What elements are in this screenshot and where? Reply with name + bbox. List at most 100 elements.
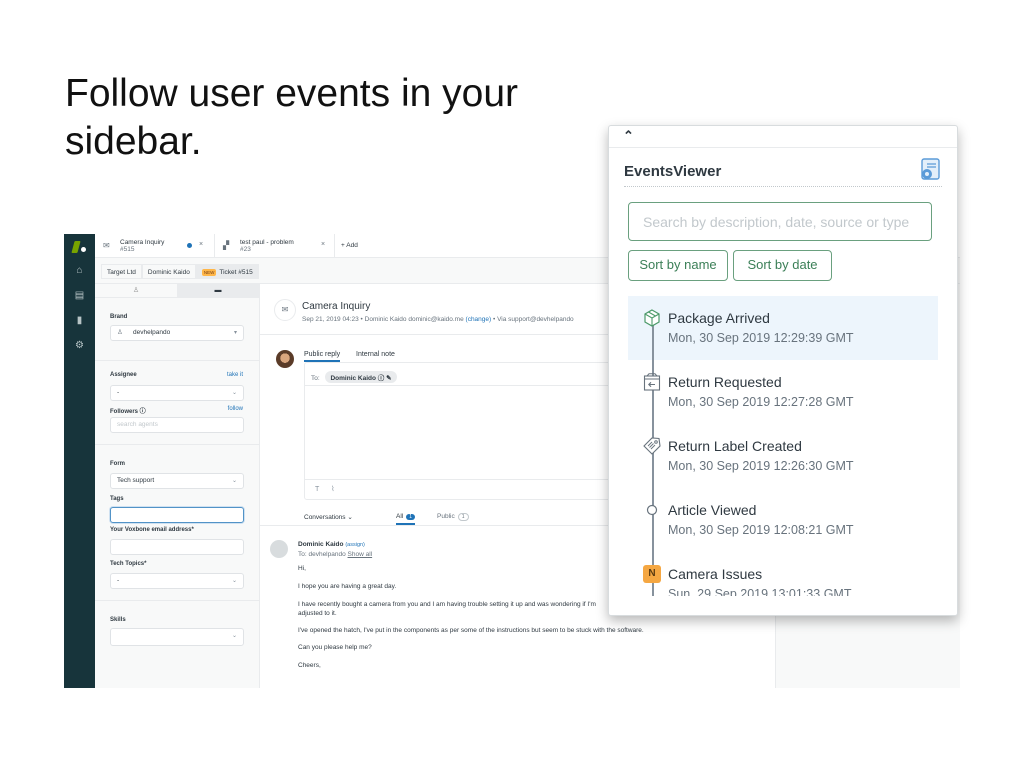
new-badge-icon: N (643, 565, 661, 583)
brand-label: Brand (110, 314, 128, 320)
event-name: Package Arrived (668, 310, 770, 326)
event-name: Return Label Created (668, 438, 802, 454)
skills-select[interactable]: ⌄ (110, 628, 244, 646)
chevron-down-icon: ⌄ (231, 633, 237, 639)
breadcrumb-ticket[interactable]: NEW Ticket #515 (195, 264, 259, 279)
headline: Follow user events in your sidebar. (65, 72, 519, 163)
event-item[interactable]: Article Viewed Mon, 30 Sep 2019 12:08:21… (628, 488, 938, 552)
filter-public[interactable]: Public 1 (437, 513, 469, 521)
unread-dot (187, 243, 192, 248)
event-date: Mon, 30 Sep 2019 12:08:21 GMT (668, 523, 854, 537)
tab-camera-inquiry[interactable]: ✉ Camera Inquiry #515 × (95, 234, 215, 258)
form-select[interactable]: Tech support ⌄ (110, 473, 244, 489)
followers-input[interactable]: search agents (110, 417, 244, 433)
count-badge: 1 (406, 514, 416, 520)
return-box-icon (643, 373, 661, 391)
ticket-icon: ▞ (223, 241, 230, 250)
reporting-icon[interactable]: ▮ (64, 315, 95, 326)
properties-tabs: ♙ ▬ (95, 284, 259, 298)
event-item[interactable]: Return Requested Mon, 30 Sep 2019 12:27:… (628, 360, 938, 424)
divider (95, 444, 259, 445)
nav-rail: ⌂ ▤ ▮ ⚙ (64, 234, 95, 688)
message-line: Can you please help me? (298, 644, 372, 651)
brand-select[interactable]: ♙ devhelpando ▾ (110, 325, 244, 341)
message-line: I have recently bought a camera from you… (298, 601, 596, 608)
show-all-link[interactable]: Show all (348, 551, 373, 558)
agent-avatar (276, 350, 294, 368)
message-line: adjusted to it. (298, 610, 337, 617)
ticket-tab-icon[interactable]: ▬ (177, 284, 259, 298)
event-item[interactable]: Package Arrived Mon, 30 Sep 2019 12:29:3… (628, 296, 938, 360)
tags-label: Tags (110, 496, 124, 502)
followers-label: Followers ⓘ (110, 409, 146, 415)
tab-internal-note[interactable]: Internal note (356, 351, 395, 358)
email-input[interactable] (110, 539, 244, 555)
assign-link[interactable]: (assign) (345, 542, 365, 548)
breadcrumb-org[interactable]: Target Ltd (101, 264, 142, 279)
admin-gear-icon[interactable]: ⚙ (64, 340, 95, 351)
change-requester-link[interactable]: (change) (466, 316, 492, 323)
filter-all[interactable]: All 1 (396, 513, 416, 525)
text-format-icon[interactable]: T (315, 486, 319, 493)
message-line: Hi, (298, 565, 306, 572)
message-line: Cheers, (298, 662, 321, 669)
event-date: Mon, 30 Sep 2019 12:27:28 GMT (668, 395, 854, 409)
views-icon[interactable]: ▤ (64, 290, 95, 301)
chevron-down-icon: ⌄ (231, 578, 237, 584)
event-date: Mon, 30 Sep 2019 12:29:39 GMT (668, 331, 854, 345)
event-item[interactable]: N Camera Issues Sun, 29 Sep 2019 13:01:3… (628, 552, 938, 596)
tech-topics-label: Tech Topics* (110, 561, 147, 567)
panel-header-bar: ⌃ (609, 126, 957, 148)
user-tab-icon[interactable]: ♙ (95, 284, 177, 298)
chevron-down-icon: ⌄ (231, 390, 237, 396)
assignee-select[interactable]: - ⌄ (110, 385, 244, 401)
message-line: I've opened the hatch, I've put in the c… (298, 627, 644, 634)
tab-public-reply[interactable]: Public reply (304, 351, 341, 362)
conversations-dropdown[interactable]: Conversations ⌄ (304, 513, 353, 521)
title-divider (624, 186, 942, 187)
logo-icon[interactable] (71, 241, 87, 253)
event-item[interactable]: Return Label Created Mon, 30 Sep 2019 12… (628, 424, 938, 488)
email-label: Your Voxbone email address* (110, 527, 194, 533)
chevron-down-icon: ⌄ (231, 478, 237, 484)
message-recipients: To: devhelpando Show all (298, 551, 373, 558)
event-search-input[interactable] (628, 202, 932, 241)
event-name: Article Viewed (668, 502, 757, 518)
collapse-chevron-icon[interactable]: ⌃ (623, 128, 634, 144)
event-timeline: Package Arrived Mon, 30 Sep 2019 12:29:3… (628, 296, 938, 596)
recipient-chip[interactable]: Dominic Kaido ⓘ ✎ (325, 371, 397, 383)
close-tab-icon[interactable]: × (321, 241, 325, 248)
panel-title: EventsViewer (624, 163, 722, 180)
chevron-down-icon: ▾ (233, 330, 237, 336)
event-name: Camera Issues (668, 566, 763, 582)
attachment-icon[interactable]: ⌇ (331, 486, 334, 493)
close-tab-icon[interactable]: × (199, 241, 203, 248)
ticket-subject: Camera Inquiry (302, 301, 371, 312)
event-date: Mon, 30 Sep 2019 12:26:30 GMT (668, 459, 854, 473)
follow-link[interactable]: follow (228, 406, 243, 412)
sort-by-date-button[interactable]: Sort by date (733, 250, 832, 281)
divider (95, 600, 259, 601)
event-date: Sun, 29 Sep 2019 13:01:33 GMT (668, 587, 852, 596)
new-badge: NEW (201, 268, 217, 276)
message-line: I hope you are having a great day. (298, 583, 397, 590)
tech-topics-select[interactable]: - ⌄ (110, 573, 244, 589)
circle-icon (646, 504, 658, 516)
mail-icon: ✉ (274, 299, 296, 321)
breadcrumb-user[interactable]: Dominic Kaido (141, 264, 196, 279)
event-name: Return Requested (668, 374, 782, 390)
count-badge: 1 (457, 513, 469, 521)
take-it-link[interactable]: take it (227, 372, 243, 378)
home-icon[interactable]: ⌂ (64, 265, 95, 276)
app-settings-icon[interactable] (919, 158, 941, 182)
customer-avatar (270, 540, 288, 558)
breadcrumb: Target Ltd Dominic Kaido NEW Ticket #515 (101, 264, 259, 279)
message-author: Dominic Kaido (assign) (298, 541, 365, 548)
skills-label: Skills (110, 617, 126, 623)
tags-input[interactable] (110, 507, 244, 523)
mail-icon: ✉ (103, 241, 110, 250)
tab-test-paul[interactable]: ▞ test paul - problem #23 × (215, 234, 335, 258)
assignee-label: Assignee (110, 372, 137, 378)
package-icon (644, 309, 660, 327)
sort-by-name-button[interactable]: Sort by name (628, 250, 728, 281)
